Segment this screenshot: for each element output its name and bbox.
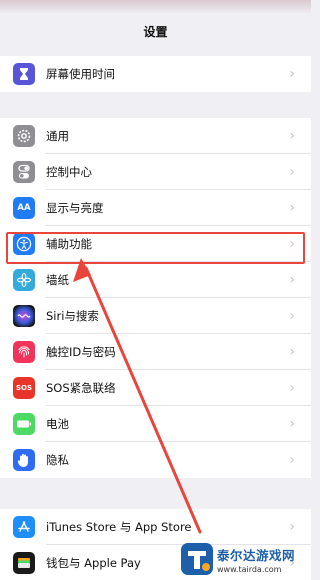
arrow-shaft <box>84 266 202 534</box>
annotation-arrow <box>73 258 202 534</box>
watermark-name: 泰尔达游戏网 <box>217 547 296 563</box>
watermark-logo-icon <box>181 543 213 575</box>
watermark: 泰尔达游戏网 www.tairda.com <box>180 538 311 580</box>
watermark-url: www.tairda.com <box>217 564 282 574</box>
